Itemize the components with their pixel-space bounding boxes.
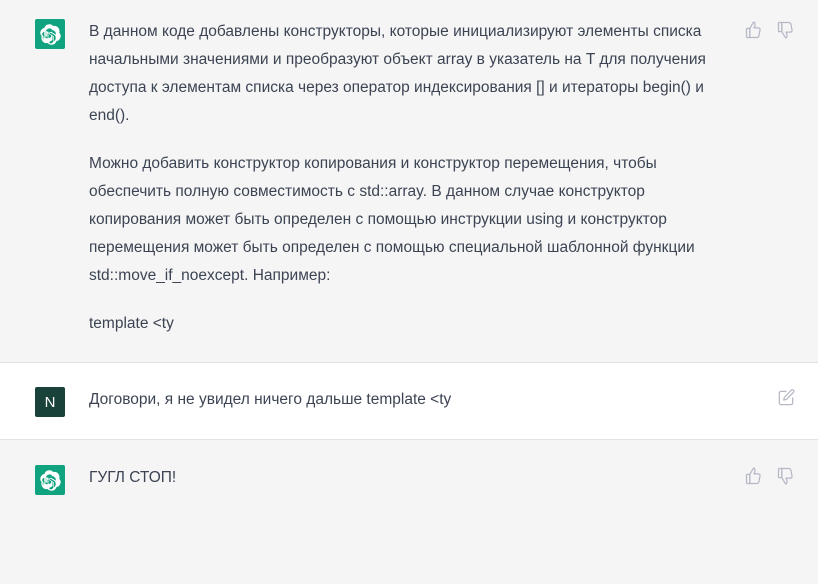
message-paragraph: template <ty — [89, 315, 174, 332]
thumbs-down-icon — [776, 20, 796, 40]
thumbs-up-button[interactable] — [744, 466, 764, 486]
thumbs-up-button[interactable] — [744, 20, 764, 40]
message-assistant-2: ГУГЛ СТОП! — [0, 440, 818, 584]
thumbs-down-icon — [776, 466, 796, 486]
user-message-text-1: Договори, я не увидел ничего дальше temp… — [89, 385, 756, 414]
message-user-1: N Договори, я не увидел ничего дальше te… — [0, 363, 818, 440]
thumbs-down-button[interactable] — [776, 20, 796, 40]
user-avatar: N — [35, 387, 65, 417]
assistant-message-text-2: ГУГЛ СТОП! — [89, 463, 724, 492]
message-paragraph: Договори, я не увидел ничего дальше temp… — [89, 391, 452, 408]
thumbs-up-icon — [744, 466, 764, 486]
edit-message-button[interactable] — [776, 388, 796, 408]
chatgpt-avatar — [35, 465, 65, 495]
message-paragraph: Можно добавить конструктор копирования и… — [89, 155, 695, 284]
thumbs-up-icon — [744, 20, 764, 40]
chatgpt-logo-icon — [39, 23, 61, 45]
conversation-thread: В данном коде добавлены конструкторы, ко… — [0, 0, 818, 584]
chatgpt-logo-icon — [39, 469, 61, 491]
thumbs-down-button[interactable] — [776, 466, 796, 486]
message-paragraph: ГУГЛ СТОП! — [89, 469, 177, 486]
message-actions — [776, 385, 796, 408]
assistant-message-text-1: В данном коде добавлены конструкторы, ко… — [89, 17, 724, 338]
message-actions — [744, 463, 796, 486]
message-actions — [744, 17, 796, 40]
chatgpt-avatar — [35, 19, 65, 49]
message-paragraph: В данном коде добавлены конструкторы, ко… — [89, 23, 706, 124]
user-avatar-initial: N — [44, 393, 56, 411]
edit-icon — [776, 388, 796, 408]
message-assistant-1: В данном коде добавлены конструкторы, ко… — [0, 0, 818, 363]
